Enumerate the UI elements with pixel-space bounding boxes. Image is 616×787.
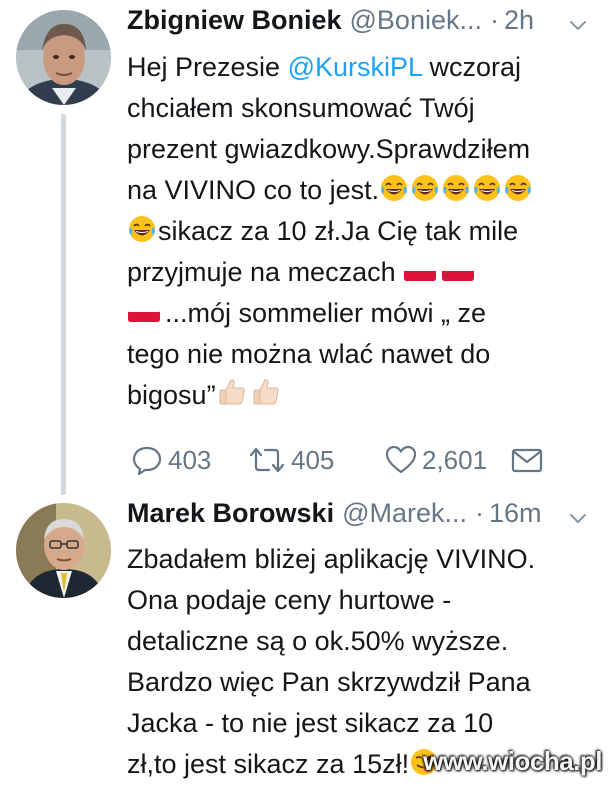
text-line: Ona podaje ceny hurtowe - xyxy=(127,585,452,615)
tweet-header: Zbigniew Boniek @Boniek... · 2h xyxy=(127,5,600,45)
poland-flag-emoji xyxy=(127,298,165,328)
text-segment: Hej Prezesie xyxy=(127,52,288,82)
tweet-1[interactable]: Zbigniew Boniek @Boniek... · 2h Hej Prez… xyxy=(0,0,616,495)
chevron-down-icon[interactable] xyxy=(566,506,590,530)
text-line: Zbadałem bliżej aplikację VIVINO. xyxy=(127,544,536,574)
text-segment: zł,to jest sikacz za 15zł! xyxy=(127,749,410,779)
tweet-text: Hej Prezesie @KurskiPL wczoraj chciałem … xyxy=(127,47,600,416)
laughing-emoji xyxy=(127,216,158,246)
text-line: Bardzo więc Pan skrzywdził Pana xyxy=(127,667,531,697)
text-line: tego nie można wlać nawet do xyxy=(127,339,491,369)
tweet-timestamp[interactable]: 2h xyxy=(504,5,534,36)
text-line: Jacka - to nie jest sikacz za 10 xyxy=(127,708,494,738)
retweet-icon xyxy=(249,447,285,473)
text-line: chciałem skonsumować Twój xyxy=(127,93,475,123)
reply-button[interactable]: 403 xyxy=(130,442,211,478)
like-count: 2,601 xyxy=(422,444,488,475)
watermark: www.wiocha.pl xyxy=(423,746,602,776)
separator-dot: · xyxy=(489,5,499,35)
avatar-marek-borowski[interactable] xyxy=(16,503,111,598)
direct-message-button[interactable] xyxy=(510,442,544,478)
heart-icon xyxy=(385,445,417,474)
text-segment: ...mój sommelier mówi „ ze xyxy=(165,298,487,328)
thumbs-up-emoji-run xyxy=(216,379,284,410)
retweet-count: 405 xyxy=(291,444,335,475)
envelope-icon xyxy=(511,448,543,473)
text-segment: sikacz za 10 zł.Ja Cię tak mile xyxy=(158,216,519,246)
text-segment: bigosu” xyxy=(127,380,216,410)
like-button[interactable]: 2,601 xyxy=(384,442,487,478)
tweet-header: Marek Borowski @Marek... · 16m xyxy=(127,498,600,538)
avatar-zbigniew-boniek[interactable] xyxy=(16,10,111,105)
reply-icon xyxy=(132,446,162,476)
author-name[interactable]: Zbigniew Boniek xyxy=(127,5,342,36)
author-name[interactable]: Marek Borowski xyxy=(127,498,334,529)
text-line: detaliczne są o ok.50% wyższe. xyxy=(127,626,509,656)
author-handle[interactable]: @Boniek... xyxy=(350,5,482,36)
separator-dot: · xyxy=(475,498,485,528)
tweet-actions: 403 405 2,601 xyxy=(127,442,567,478)
thread-line xyxy=(61,114,66,495)
mention-link[interactable]: @KurskiPL xyxy=(288,52,422,82)
text-segment: przyjmuje na meczach xyxy=(127,257,404,287)
poland-flag-emoji-run xyxy=(403,257,479,287)
tweet-timestamp[interactable]: 16m xyxy=(489,498,542,529)
tweet-2[interactable]: Marek Borowski @Marek... · 16m Zbadałem … xyxy=(0,495,616,787)
chevron-down-icon[interactable] xyxy=(566,13,590,37)
text-line: prezent gwiazdkowy.Sprawdziłem xyxy=(127,134,531,164)
author-handle[interactable]: @Marek... xyxy=(342,498,467,529)
retweet-button[interactable]: 405 xyxy=(247,442,334,478)
text-segment: na VIVINO co to jest. xyxy=(127,175,380,205)
reply-count: 403 xyxy=(168,444,212,475)
laughing-emoji-run xyxy=(379,175,534,205)
text-segment: wczoraj xyxy=(422,52,522,82)
